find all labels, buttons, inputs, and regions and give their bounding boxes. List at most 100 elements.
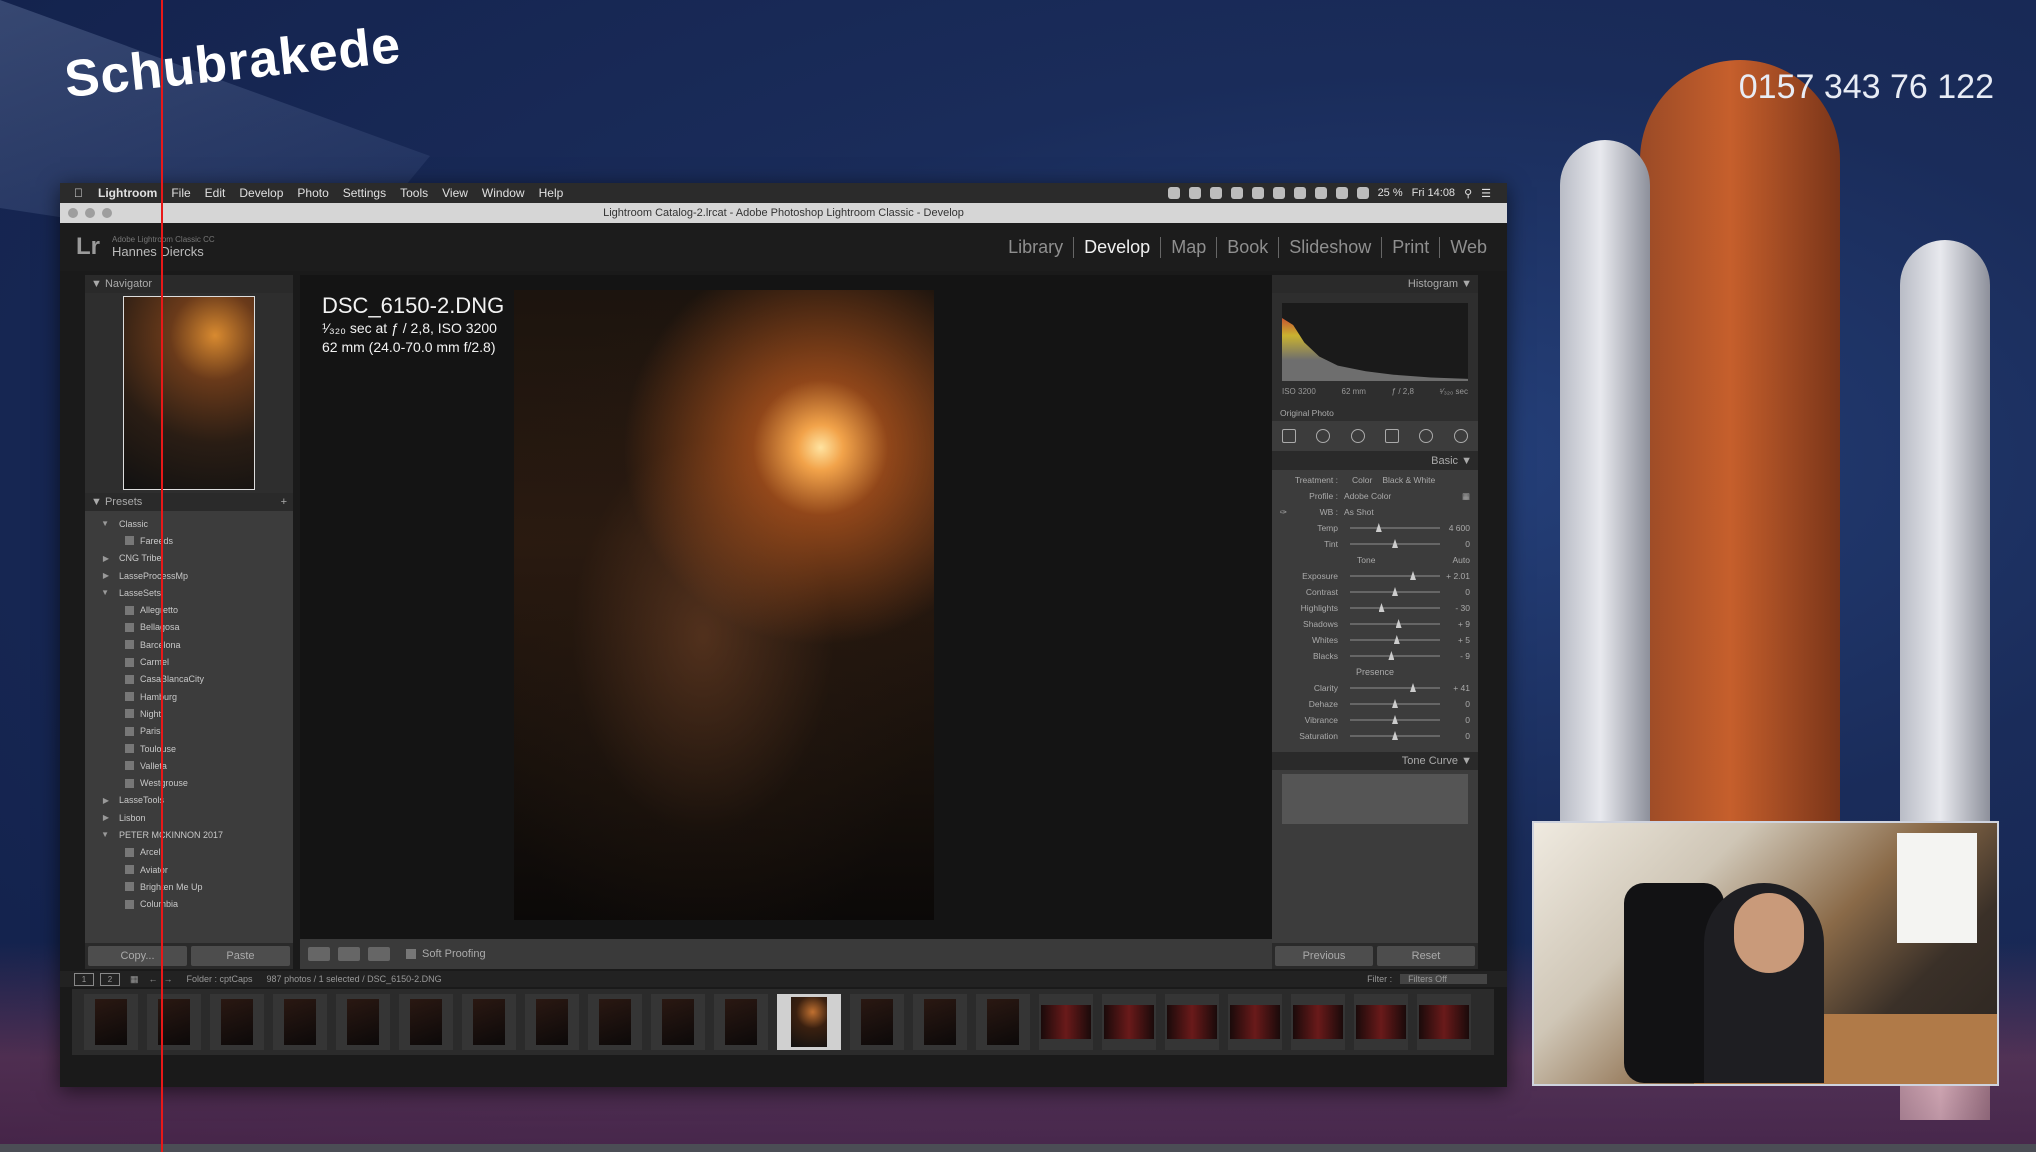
disclosure-closed-icon[interactable]: ▶	[85, 571, 115, 580]
disclosure-closed-icon[interactable]: ▶	[85, 554, 115, 563]
slider-value[interactable]: 0	[1446, 539, 1470, 549]
histogram-header[interactable]: Histogram ▼	[1272, 275, 1478, 293]
menu-settings[interactable]: Settings	[343, 186, 386, 200]
disclosure-closed-icon[interactable]: ▶	[85, 813, 115, 822]
module-library[interactable]: Library	[998, 237, 1075, 258]
filmstrip-thumbnail[interactable]	[1354, 994, 1408, 1050]
disclosure-open-icon[interactable]: ▼	[85, 588, 115, 597]
slider-value[interactable]: 0	[1446, 731, 1470, 741]
compare-view-icon[interactable]	[338, 947, 360, 961]
preset-item[interactable]: Arcel	[85, 844, 293, 861]
preset-item[interactable]: Toulouse	[85, 740, 293, 757]
module-slideshow[interactable]: Slideshow	[1279, 237, 1383, 258]
filmstrip-thumbnail-selected[interactable]	[777, 994, 841, 1050]
filmstrip-thumbnail[interactable]	[462, 994, 516, 1050]
presets-header[interactable]: ▼ Presets +	[85, 493, 293, 511]
wb-select[interactable]: As Shot	[1344, 507, 1374, 517]
reset-button[interactable]: Reset	[1377, 946, 1475, 966]
slider-value[interactable]: 0	[1446, 699, 1470, 709]
tray-app-icon[interactable]	[1167, 187, 1180, 199]
treatment-color[interactable]: Color	[1352, 475, 1372, 485]
histogram-graph[interactable]	[1282, 303, 1468, 381]
filmstrip-thumbnail[interactable]	[976, 994, 1030, 1050]
tray-app-icon[interactable]	[1272, 187, 1285, 199]
module-book[interactable]: Book	[1217, 237, 1280, 258]
soft-proofing-checkbox[interactable]	[406, 949, 416, 959]
slider-knob[interactable]	[1395, 619, 1402, 628]
preset-item[interactable]: Brighten Me Up	[85, 878, 293, 895]
filmstrip-thumbnail[interactable]	[1165, 994, 1219, 1050]
graduated-filter-icon[interactable]	[1385, 429, 1400, 443]
loupe-view-icon[interactable]	[308, 947, 330, 961]
filmstrip-thumbnail[interactable]	[714, 994, 768, 1050]
slider-value[interactable]: + 9	[1446, 619, 1470, 629]
slider-track[interactable]	[1350, 683, 1440, 692]
slider-value[interactable]: + 5	[1446, 635, 1470, 645]
red-eye-icon[interactable]	[1350, 429, 1365, 443]
navigator-header[interactable]: ▼ Navigator	[85, 275, 293, 293]
preset-item[interactable]: Carmel	[85, 653, 293, 670]
filmstrip-thumbnail[interactable]	[84, 994, 138, 1050]
filmstrip-thumbnail[interactable]	[1291, 994, 1345, 1050]
battery-status[interactable]: 25 %	[1378, 187, 1403, 199]
slider-knob[interactable]	[1410, 683, 1416, 692]
preset-folder[interactable]: ▼ PETER MCKINNON 2017	[85, 826, 293, 843]
preset-folder[interactable]: ▶ LasseProcessMp	[85, 567, 293, 584]
before-after-icon[interactable]	[368, 947, 390, 961]
filmstrip-thumbnail[interactable]	[651, 994, 705, 1050]
window-2-button[interactable]: 2	[100, 972, 120, 986]
preset-item[interactable]: Paris	[85, 723, 293, 740]
preset-item[interactable]: CasaBlancaCity	[85, 671, 293, 688]
slider-track[interactable]	[1350, 603, 1440, 612]
filmstrip-thumbnail[interactable]	[147, 994, 201, 1050]
tray-app-icon[interactable]	[1188, 187, 1201, 199]
slider-knob[interactable]	[1375, 523, 1382, 532]
slider-value[interactable]: - 9	[1446, 651, 1470, 661]
filter-select[interactable]: Filters Off	[1400, 974, 1487, 984]
preset-item[interactable]: Barcelona	[85, 636, 293, 653]
slider-knob[interactable]	[1392, 715, 1398, 724]
menu-develop[interactable]: Develop	[239, 186, 283, 200]
slider-knob[interactable]	[1410, 571, 1416, 580]
module-web[interactable]: Web	[1440, 237, 1497, 258]
radial-filter-icon[interactable]	[1419, 429, 1434, 443]
slider-track[interactable]	[1350, 523, 1440, 532]
menu-photo[interactable]: Photo	[297, 186, 328, 200]
preset-item[interactable]: Hamburg	[85, 688, 293, 705]
tone-curve-header[interactable]: Tone Curve ▼	[1272, 752, 1478, 770]
module-map[interactable]: Map	[1161, 237, 1218, 258]
slider-track[interactable]	[1350, 587, 1440, 596]
spot-removal-icon[interactable]	[1316, 429, 1331, 443]
preset-folder[interactable]: ▼ Classic	[85, 515, 293, 532]
filmstrip-thumbnail[interactable]	[273, 994, 327, 1050]
slider-value[interactable]: 0	[1446, 587, 1470, 597]
preset-item[interactable]: Valleta	[85, 757, 293, 774]
tone-auto-button[interactable]: Auto	[1453, 555, 1471, 565]
previous-button[interactable]: Previous	[1275, 946, 1373, 966]
slider-track[interactable]	[1350, 651, 1440, 660]
preset-item[interactable]: Bellagosa	[85, 619, 293, 636]
slider-knob[interactable]	[1392, 587, 1398, 596]
slider-knob[interactable]	[1392, 699, 1398, 708]
filmstrip-thumbnail[interactable]	[336, 994, 390, 1050]
clock[interactable]: Fri 14:08	[1412, 187, 1455, 199]
display-icon[interactable]	[1293, 187, 1306, 199]
basic-header[interactable]: Basic ▼	[1272, 452, 1478, 470]
disclosure-open-icon[interactable]: ▼	[85, 830, 115, 839]
list-icon[interactable]: ☰	[1481, 187, 1491, 200]
copy-button[interactable]: Copy...	[88, 946, 187, 966]
bluetooth-icon[interactable]	[1314, 187, 1327, 199]
add-preset-icon[interactable]: +	[281, 496, 287, 508]
preset-item[interactable]: Fareeds	[85, 532, 293, 549]
slider-knob[interactable]	[1392, 731, 1398, 740]
disclosure-closed-icon[interactable]: ▶	[85, 796, 115, 805]
brush-icon[interactable]	[1453, 429, 1468, 443]
preset-item[interactable]: Allegretto	[85, 601, 293, 618]
menu-file[interactable]: File	[171, 186, 190, 200]
window-1-button[interactable]: 1	[74, 972, 94, 986]
preset-item[interactable]: Westgrouse	[85, 774, 293, 791]
main-photo[interactable]	[514, 290, 934, 920]
slider-value[interactable]: 4 600	[1446, 523, 1470, 533]
wifi-icon[interactable]	[1335, 187, 1348, 199]
menu-lightroom[interactable]: Lightroom	[98, 186, 157, 200]
